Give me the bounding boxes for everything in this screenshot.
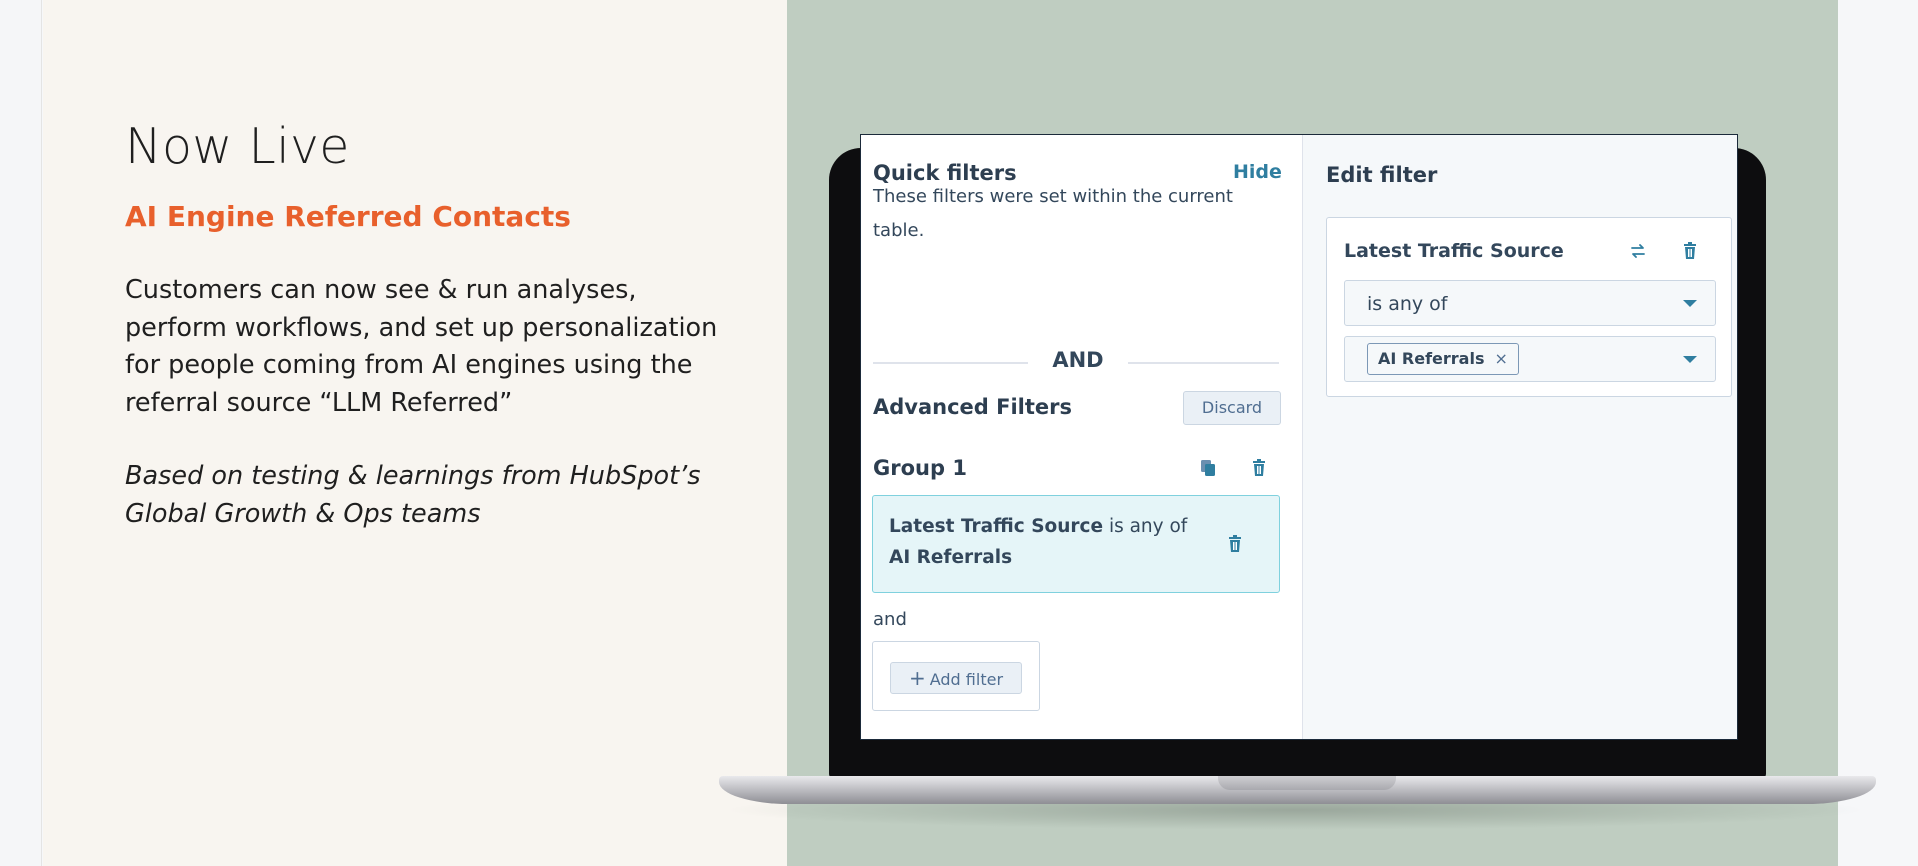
filter-value: AI Referrals	[889, 547, 1013, 568]
edit-filter-pane: Edit filter Latest Traffic Source is any…	[1303, 135, 1737, 739]
operator-select-value: is any of	[1367, 293, 1448, 315]
and-divider: AND	[873, 342, 1279, 382]
subheadline: AI Engine Referred Contacts	[125, 200, 571, 233]
left-margin-strip	[0, 0, 42, 866]
discard-button[interactable]: Discard	[1183, 391, 1281, 425]
and-divider-label: AND	[1052, 348, 1104, 372]
plus-icon: +	[908, 666, 926, 690]
edit-filter-property: Latest Traffic Source	[1344, 240, 1564, 262]
filter-operator: is any of	[1108, 516, 1188, 537]
headline: Now Live	[125, 118, 350, 175]
group-title: Group 1	[873, 456, 967, 480]
divider-line-right	[1128, 362, 1279, 364]
laptop-notch	[1218, 776, 1396, 790]
trash-icon[interactable]	[1248, 457, 1270, 479]
body-paragraph: Customers can now see & run analyses, pe…	[125, 275, 718, 418]
and-connector: and	[873, 609, 907, 630]
value-select[interactable]: AI Referrals ×	[1344, 336, 1716, 382]
edit-filter-title: Edit filter	[1326, 163, 1438, 187]
trash-icon[interactable]	[1224, 533, 1246, 555]
edit-filter-card: Latest Traffic Source is any of AI Refer…	[1326, 217, 1732, 397]
filter-rule-card[interactable]: Latest Traffic Source is any of AI Refer…	[872, 495, 1280, 593]
swap-icon[interactable]	[1627, 240, 1649, 262]
divider-line-left	[873, 362, 1028, 364]
filter-property: Latest Traffic Source	[889, 516, 1104, 537]
trash-icon[interactable]	[1679, 240, 1701, 262]
add-filter-container: + Add filter	[872, 641, 1040, 711]
operator-select[interactable]: is any of	[1344, 280, 1716, 326]
right-margin-strip	[1838, 0, 1918, 866]
quick-filters-description: These filters were set within the curren…	[873, 186, 1233, 241]
filters-pane: Quick filters Hide These filters were se…	[861, 135, 1303, 739]
caret-down-icon	[1683, 300, 1697, 307]
note-paragraph: Based on testing & learnings from HubSpo…	[125, 461, 701, 529]
value-tag: AI Referrals ×	[1367, 343, 1519, 375]
close-icon[interactable]: ×	[1494, 349, 1507, 368]
add-filter-button[interactable]: + Add filter	[890, 662, 1022, 694]
laptop-screen: Quick filters Hide These filters were se…	[860, 134, 1738, 740]
copy-icon[interactable]	[1197, 457, 1219, 479]
add-filter-label: Add filter	[929, 670, 1004, 689]
advanced-filters-title: Advanced Filters	[873, 395, 1073, 419]
value-tag-label: AI Referrals	[1378, 349, 1485, 368]
filter-rule-text: Latest Traffic Source is any of	[889, 516, 1187, 537]
caret-down-icon	[1683, 356, 1697, 363]
